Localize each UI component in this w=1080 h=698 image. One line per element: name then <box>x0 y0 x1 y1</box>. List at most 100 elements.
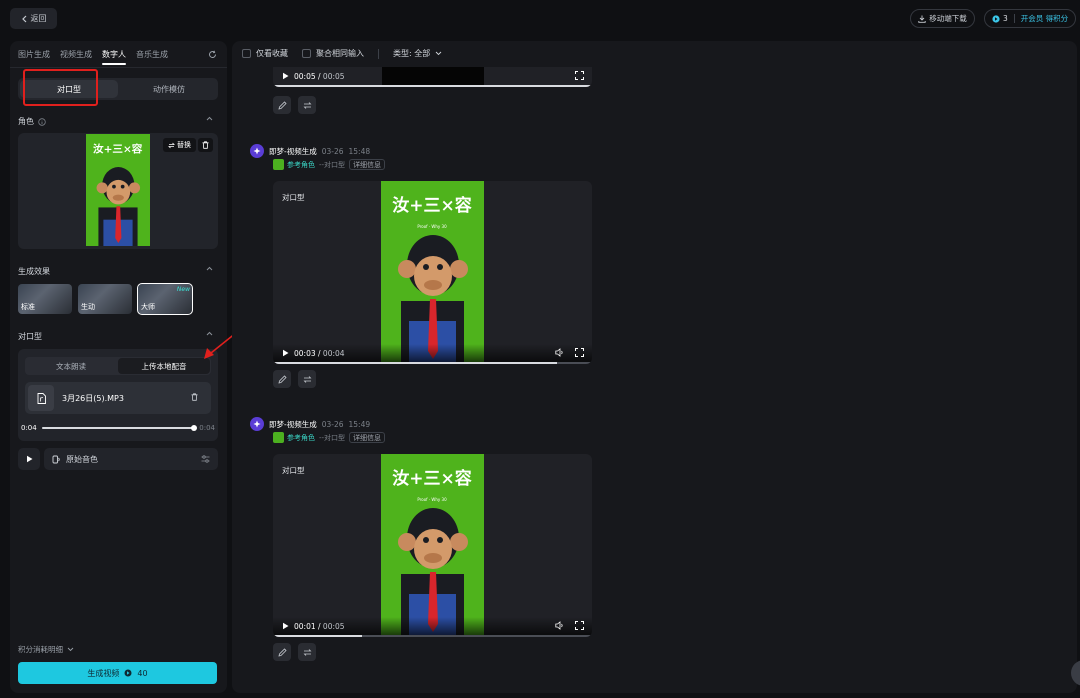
effect-title: 生成效果 <box>18 267 50 276</box>
refresh-icon[interactable] <box>208 50 217 59</box>
video-time: 00:05 / 00:05 <box>294 72 345 81</box>
edit-icon[interactable] <box>273 370 291 388</box>
generation-item: 即梦-视频生成 03-26 15:49 参考角色 --对口型 详细信息 对口型 … <box>232 417 1077 667</box>
effect-vivid[interactable]: 生动 <box>78 284 132 314</box>
left-panel: 图片生成 视频生成 数字人 音乐生成 对口型 动作模仿 角色 汝+三×容 替换 … <box>10 41 227 693</box>
checkbox[interactable] <box>242 49 251 58</box>
audio-slider-track[interactable] <box>41 425 198 431</box>
regenerate-icon[interactable] <box>298 96 316 114</box>
type-dropdown[interactable]: 类型: 全部 <box>393 48 442 59</box>
video-mode-tag: 对口型 <box>282 193 305 202</box>
preview-play-button[interactable] <box>18 448 40 470</box>
edit-icon[interactable] <box>273 96 291 114</box>
replace-button[interactable]: 替换 <box>163 138 196 152</box>
time-total: 00:05 <box>322 622 345 631</box>
role-image: 汝+三×容 <box>86 134 150 246</box>
tab-text-to-speech[interactable]: 文本朗读 <box>25 357 117 375</box>
mobile-download-button[interactable]: 移动端下载 <box>910 9 975 28</box>
swap-icon <box>168 142 175 149</box>
volume-icon[interactable] <box>555 621 564 630</box>
tab-image[interactable]: 图片生成 <box>18 49 50 60</box>
effect-label: 大师 <box>141 303 155 311</box>
progress-bar[interactable] <box>273 85 592 87</box>
video-player[interactable]: 00:05 / 00:05 <box>273 67 592 87</box>
merge-filter[interactable]: 聚合相同输入 <box>302 48 364 59</box>
video-player[interactable]: 对口型 汝+三×容 Proof · Why 30 <box>273 181 592 364</box>
highlight-box <box>23 69 98 106</box>
credits-badge[interactable]: 3 开会员 得积分 <box>984 9 1076 28</box>
mode-motion-mimic[interactable]: 动作模仿 <box>120 78 218 100</box>
chevron-up-icon[interactable] <box>206 116 213 121</box>
edit-icon[interactable] <box>273 643 291 661</box>
tab-video[interactable]: 视频生成 <box>60 49 92 60</box>
reference-label: 参考角色 <box>287 433 315 442</box>
effect-master[interactable]: New 大师 <box>137 283 193 315</box>
progress-fill <box>273 635 363 637</box>
new-badge: New <box>176 286 190 293</box>
tab-upload-audio[interactable]: 上传本地配音 <box>118 358 210 374</box>
generation-time: 15:49 <box>348 419 371 429</box>
fullscreen-icon[interactable] <box>575 348 584 357</box>
time-current: 00:01 <box>294 622 316 631</box>
generation-mode: --对口型 <box>319 160 346 169</box>
favorites-filter[interactable]: 仅看收藏 <box>242 48 288 59</box>
favorites-label: 仅看收藏 <box>256 49 288 58</box>
tab-music[interactable]: 音乐生成 <box>136 49 168 60</box>
info-icon[interactable] <box>38 117 46 126</box>
replace-label: 替换 <box>177 141 191 149</box>
time-current: 00:03 <box>294 349 316 358</box>
generation-meta: 参考角色 --对口型 详细信息 <box>273 159 386 170</box>
poster-title: 汝+三×容 <box>93 142 143 155</box>
chevron-up-icon[interactable] <box>206 266 213 271</box>
regenerate-icon[interactable] <box>298 643 316 661</box>
divider <box>1013 14 1015 23</box>
detail-info-button[interactable]: 详细信息 <box>349 432 386 443</box>
trash-icon[interactable] <box>191 393 198 401</box>
audio-source-tabs: 文本朗读 上传本地配音 <box>25 357 211 375</box>
video-time: 00:03 / 00:04 <box>294 349 345 358</box>
play-icon[interactable] <box>282 349 289 357</box>
volume-icon[interactable] <box>555 348 564 357</box>
trash-icon <box>202 141 209 149</box>
reference-role-chip[interactable]: 参考角色 <box>273 432 315 443</box>
credit-coin-icon <box>992 14 1000 23</box>
audio-end-time: 0:04 <box>199 424 215 432</box>
generation-meta: 参考角色 --对口型 详细信息 <box>273 432 386 443</box>
poster-title: 汝+三×容 <box>392 468 472 489</box>
cost-details-link[interactable]: 积分消耗明细 <box>18 644 74 655</box>
generation-source: 即梦-视频生成 <box>269 146 317 156</box>
fullscreen-icon[interactable] <box>575 621 584 630</box>
play-icon[interactable] <box>282 622 289 630</box>
effect-options: 标准 生动 New 大师 <box>18 283 193 315</box>
credits-count: 3 <box>1003 14 1008 23</box>
delete-role-button[interactable] <box>198 138 213 152</box>
video-frame: 汝+三×容 Proof · Why 30 <box>381 181 484 364</box>
audio-file-row: 3月26日(5).MP3 <box>25 382 211 414</box>
progress-bar[interactable] <box>273 635 592 637</box>
tab-digital-human[interactable]: 数字人 <box>102 49 126 65</box>
back-button[interactable]: 返回 <box>10 8 57 29</box>
audio-start-time: 0:04 <box>21 424 37 432</box>
voice-selector[interactable]: 原始音色 <box>44 448 218 470</box>
effect-standard[interactable]: 标准 <box>18 284 72 314</box>
fullscreen-icon[interactable] <box>575 71 584 80</box>
settings-sliders-icon[interactable] <box>201 455 210 463</box>
reference-thumbnail <box>273 432 284 443</box>
detail-info-button[interactable]: 详细信息 <box>349 159 386 170</box>
video-mode-tag: 对口型 <box>282 466 305 475</box>
divider <box>378 48 379 59</box>
vip-link[interactable]: 开会员 得积分 <box>1021 13 1068 24</box>
generation-header: 即梦-视频生成 03-26 15:49 <box>250 417 370 431</box>
audio-slider-handle[interactable] <box>191 425 198 431</box>
progress-bar[interactable] <box>273 362 592 364</box>
poster-subtitle: Proof · Why 30 <box>417 497 447 502</box>
reference-role-chip[interactable]: 参考角色 <box>273 159 315 170</box>
video-actions <box>273 643 316 661</box>
effect-section-header: 生成效果 <box>18 266 50 277</box>
generate-video-button[interactable]: 生成视频 40 <box>18 662 217 684</box>
play-icon[interactable] <box>282 72 289 80</box>
video-player[interactable]: 对口型 汝+三×容 Proof · Why 30 <box>273 454 592 637</box>
checkbox[interactable] <box>302 49 311 58</box>
poster-title: 汝+三×容 <box>392 195 472 216</box>
regenerate-icon[interactable] <box>298 370 316 388</box>
